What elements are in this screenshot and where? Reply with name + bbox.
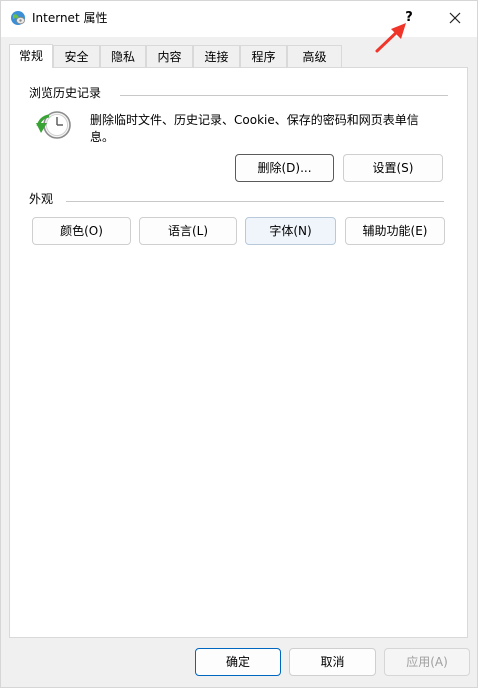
browsing-history-group-label: 浏览历史记录 <box>29 85 102 101</box>
internet-options-dialog: Internet 属性 ? 常规 安全 隐私 内容 连接 程序 高级 浏览历史记… <box>0 0 478 688</box>
fonts-button[interactable]: 字体(N) <box>245 217 336 245</box>
tab-content[interactable]: 内容 <box>146 45 193 67</box>
tab-programs[interactable]: 程序 <box>240 45 287 67</box>
ok-button[interactable]: 确定 <box>195 648 281 676</box>
history-settings-button[interactable]: 设置(S) <box>343 154 443 182</box>
browsing-history-description: 删除临时文件、历史记录、Cookie、保存的密码和网页表单信息。 <box>90 113 419 144</box>
appearance-group-label: 外观 <box>29 191 54 207</box>
close-icon[interactable] <box>441 5 469 31</box>
cancel-button[interactable]: 取消 <box>289 648 376 676</box>
tab-connections[interactable]: 连接 <box>193 45 240 67</box>
group-divider <box>120 95 448 96</box>
accessibility-button[interactable]: 辅助功能(E) <box>345 217 445 245</box>
tab-advanced[interactable]: 高级 <box>287 45 342 67</box>
history-clock-icon <box>36 111 71 139</box>
internet-options-icon <box>11 11 25 25</box>
tab-security[interactable]: 安全 <box>53 45 100 67</box>
annotation-arrow-icon <box>375 23 406 53</box>
apply-button[interactable]: 应用(A) <box>384 648 470 676</box>
delete-history-button[interactable]: 删除(D)... <box>235 154 334 182</box>
title-bar[interactable]: Internet 属性 ? <box>1 1 477 53</box>
group-divider <box>66 201 444 202</box>
window-title: Internet 属性 <box>32 11 108 25</box>
tab-privacy[interactable]: 隐私 <box>100 45 146 67</box>
tab-panel-general: 浏览历史记录 删除临时文件、历史记录、Cookie、保存的密码和网页表单信息。 … <box>9 67 468 638</box>
colors-button[interactable]: 颜色(O) <box>32 217 131 245</box>
tab-general[interactable]: 常规 <box>9 44 53 68</box>
languages-button[interactable]: 语言(L) <box>139 217 237 245</box>
